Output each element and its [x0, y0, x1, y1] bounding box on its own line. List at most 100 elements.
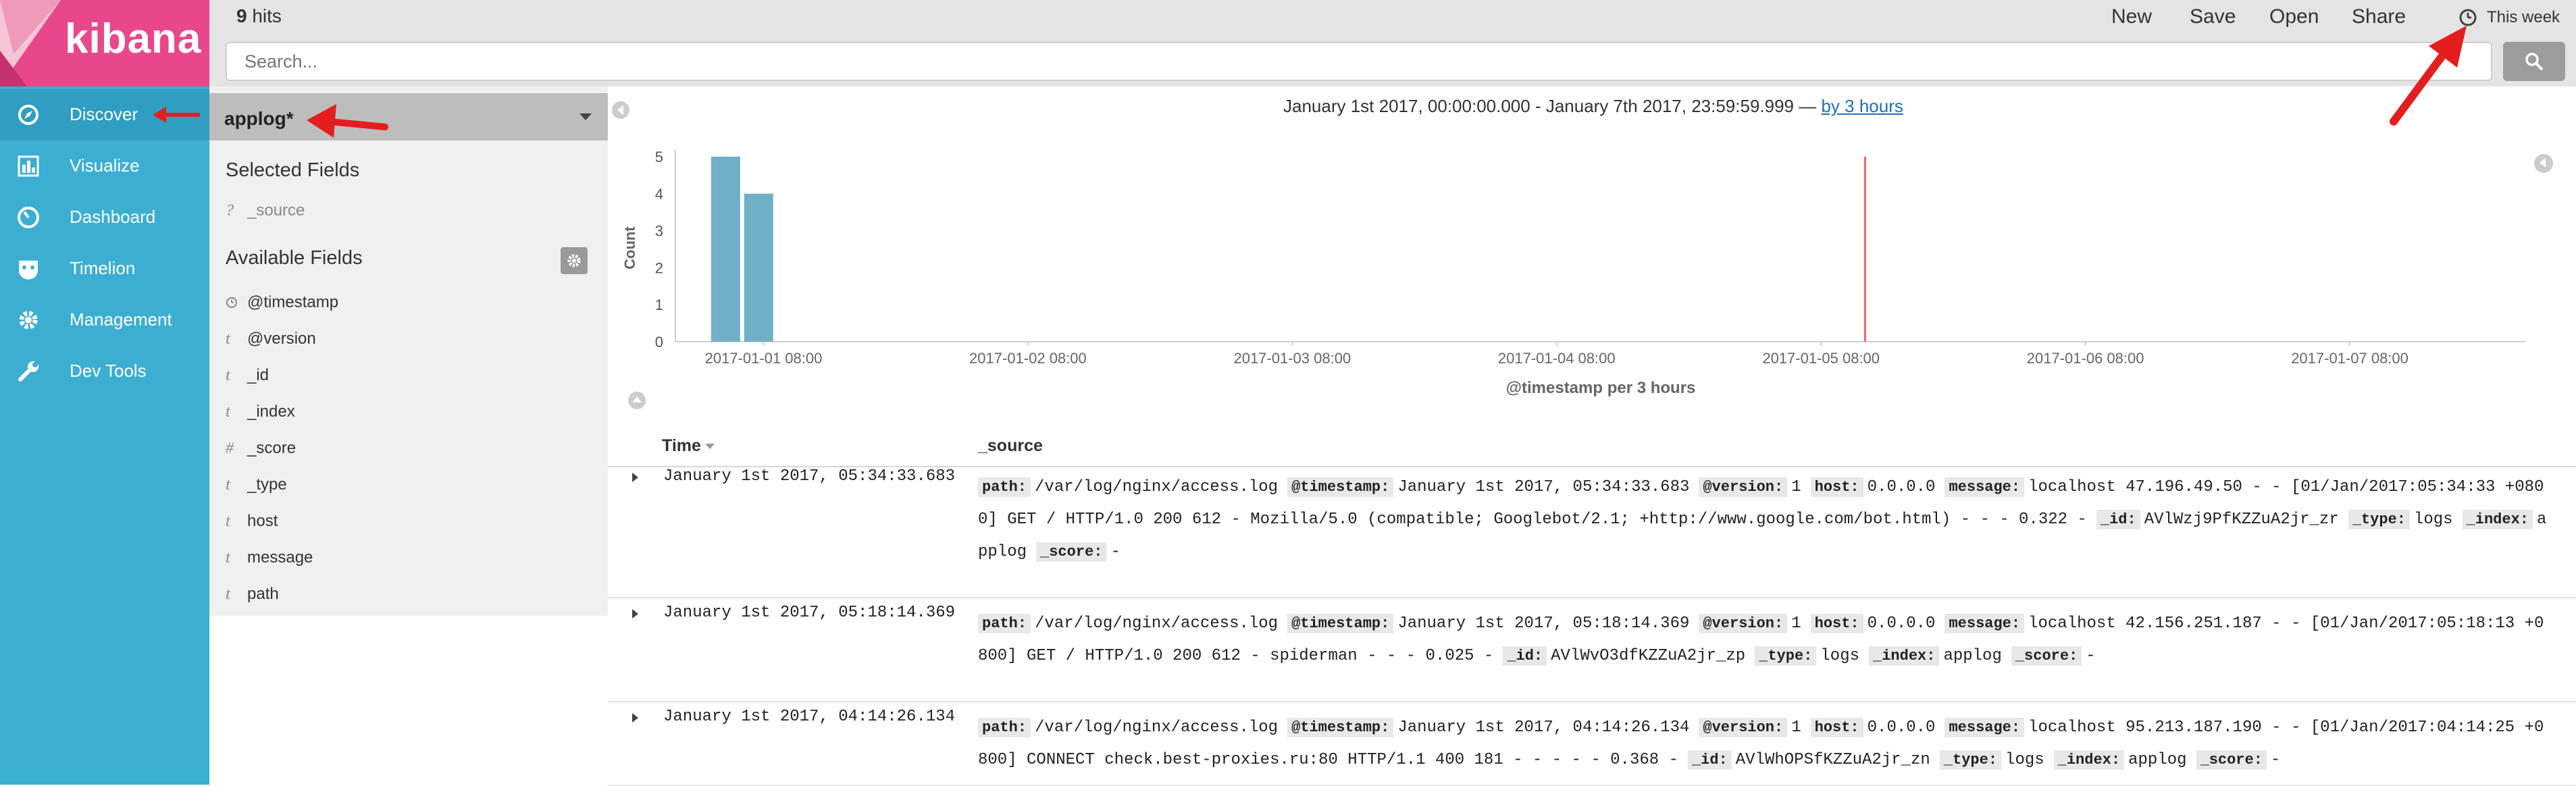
- nav-label: Timelion: [70, 258, 136, 278]
- source-field-value: -: [2086, 647, 2096, 665]
- collapse-right-button[interactable]: [2534, 154, 2553, 173]
- chart-axes: 0 1 2 3 4 5 2017-01-01 08:00 2017-01-02 08:00 20…: [655, 149, 2526, 367]
- string-type-icon: t: [226, 367, 230, 384]
- sort-down-icon: [704, 444, 715, 450]
- time-picker-button[interactable]: This week: [2487, 8, 2560, 27]
- source-field-value: AVlWhOPSfKZZuA2jr_zn: [1735, 751, 1930, 769]
- field-item[interactable]: t @version: [226, 330, 316, 354]
- source-field-key: _type:: [2348, 510, 2410, 529]
- source-field-key: _score:: [2011, 646, 2082, 666]
- source-field-key: @timestamp:: [1287, 718, 1394, 737]
- field-item[interactable]: t _index: [226, 402, 295, 427]
- row-timestamp: January 1st 2017, 04:14:26.134: [663, 708, 956, 726]
- hide-chart-button[interactable]: [628, 392, 646, 409]
- search-icon: [2525, 53, 2543, 70]
- expand-row-icon[interactable]: [632, 713, 638, 723]
- source-field-key: _score:: [1036, 542, 1107, 562]
- source-field-value: 0.0.0.0: [1867, 718, 1936, 737]
- index-pattern-selector[interactable]: applog*: [209, 93, 608, 140]
- field-name: _id: [247, 366, 269, 384]
- x-tick-label: 2017-01-03 08:00: [1233, 350, 1351, 367]
- source-field-value: AVlWvO3dfKZZuA2jr_zp: [1551, 647, 1746, 665]
- time-range-label: January 1st 2017, 00:00:00.000 - January…: [1283, 96, 1903, 117]
- source-field-value: 0.0.0.0: [1867, 614, 1936, 633]
- string-type-icon: t: [226, 549, 230, 567]
- field-item[interactable]: t path: [226, 585, 279, 609]
- x-tick-label: 2017-01-06 08:00: [2027, 350, 2144, 367]
- annotation-arrow-index: [307, 104, 388, 138]
- field-item[interactable]: t message: [226, 548, 313, 573]
- search-button[interactable]: [2503, 42, 2565, 81]
- table-row[interactable]: January 1st 2017, 05:34:33.683 path:/var/…: [608, 461, 2576, 598]
- field-name: _index: [247, 402, 295, 421]
- source-field-value: logs: [2413, 510, 2453, 529]
- clock-icon: [226, 294, 247, 312]
- chart-bars: [711, 157, 1866, 342]
- field-item[interactable]: ? _source: [226, 201, 305, 226]
- field-name: _type: [247, 475, 287, 494]
- search-input[interactable]: [226, 42, 2492, 81]
- field-sidebar: applog* Selected Fields ? _source Availab…: [209, 86, 608, 616]
- source-field-value: applog: [2128, 751, 2187, 769]
- new-button[interactable]: New: [2111, 5, 2152, 28]
- source-field-key: message:: [1944, 614, 2025, 633]
- collapse-sidebar-button[interactable]: [612, 101, 629, 119]
- field-item[interactable]: @timestamp: [226, 293, 338, 317]
- field-item[interactable]: t _id: [226, 366, 269, 390]
- save-button[interactable]: Save: [2190, 5, 2236, 28]
- source-field-value: /var/log/nginx/access.log: [1035, 718, 1279, 737]
- source-field-value: 0.0.0.0: [1867, 478, 1936, 496]
- source-field-key: _id:: [1687, 750, 1732, 770]
- field-settings-button[interactable]: [561, 247, 588, 274]
- nav-label: Discover: [70, 104, 138, 124]
- source-field-value: applog: [1943, 647, 2002, 665]
- annotation-arrow-time: [2390, 26, 2467, 126]
- x-tick-label: 2017-01-01 08:00: [705, 350, 823, 367]
- field-item[interactable]: t _type: [226, 475, 287, 500]
- histogram-bar: [744, 193, 773, 342]
- field-item[interactable]: t host: [226, 512, 278, 536]
- source-field-value: logs: [2005, 751, 2044, 769]
- table-row[interactable]: January 1st 2017, 05:18:14.369 path:/var/…: [608, 597, 2576, 702]
- time-column-header[interactable]: Time: [662, 436, 715, 456]
- source-field-value: /var/log/nginx/access.log: [1035, 478, 1279, 496]
- x-tick-label: 2017-01-04 08:00: [1498, 350, 1616, 367]
- selected-fields-title: Selected Fields: [226, 159, 360, 181]
- kibana-logo[interactable]: kibana: [0, 0, 209, 86]
- string-type-icon: t: [226, 513, 230, 530]
- source-field-key: @version:: [1699, 718, 1788, 737]
- field-item[interactable]: # _score: [226, 439, 296, 463]
- nav-item-dev-tools[interactable]: Dev Tools: [0, 346, 209, 397]
- y-axis-label: Count: [621, 226, 638, 269]
- nav-item-dashboard[interactable]: Dashboard: [0, 192, 209, 243]
- string-type-icon: t: [226, 403, 230, 421]
- y-tick-label: 5: [655, 149, 663, 165]
- source-field-key: _id:: [2096, 510, 2140, 529]
- nav-item-timelion[interactable]: Timelion: [0, 243, 209, 294]
- timelion-mask-icon: [19, 261, 38, 280]
- source-field-value: -: [1110, 543, 1120, 561]
- y-tick-label: 2: [655, 259, 663, 276]
- caret-down-icon: [579, 113, 592, 120]
- bar-chart-icon: [18, 155, 39, 177]
- table-row[interactable]: January 1st 2017, 04:14:26.134 path:/var/…: [608, 701, 2576, 786]
- nav-label: Visualize: [70, 155, 140, 176]
- source-field-key: path:: [978, 718, 1031, 737]
- source-field-key: @version:: [1699, 614, 1788, 633]
- chevron-up-icon: [632, 396, 642, 402]
- nav-item-visualize[interactable]: Visualize: [0, 140, 209, 192]
- kibana-logo-icon: [0, 0, 61, 86]
- x-tick-label: 2017-01-05 08:00: [1762, 350, 1880, 367]
- histogram-chart: 0 1 2 3 4 5 2017-01-01 08:00 2017-01-02 08:00 20…: [621, 149, 2526, 397]
- row-source: path:/var/log/nginx/access.log @timestamp…: [978, 471, 2549, 569]
- source-field-key: _type:: [1939, 750, 2002, 770]
- source-field-value: January 1st 2017, 05:34:33.683: [1397, 478, 1690, 496]
- open-button[interactable]: Open: [2269, 5, 2319, 28]
- nav-item-management[interactable]: Management: [0, 294, 209, 346]
- interval-link[interactable]: by 3 hours: [1821, 96, 1903, 116]
- source-field-key: _id:: [1503, 646, 1547, 666]
- expand-row-icon[interactable]: [632, 473, 638, 482]
- string-type-icon: t: [226, 476, 230, 494]
- expand-row-icon[interactable]: [632, 609, 638, 619]
- source-field-key: path:: [978, 477, 1031, 497]
